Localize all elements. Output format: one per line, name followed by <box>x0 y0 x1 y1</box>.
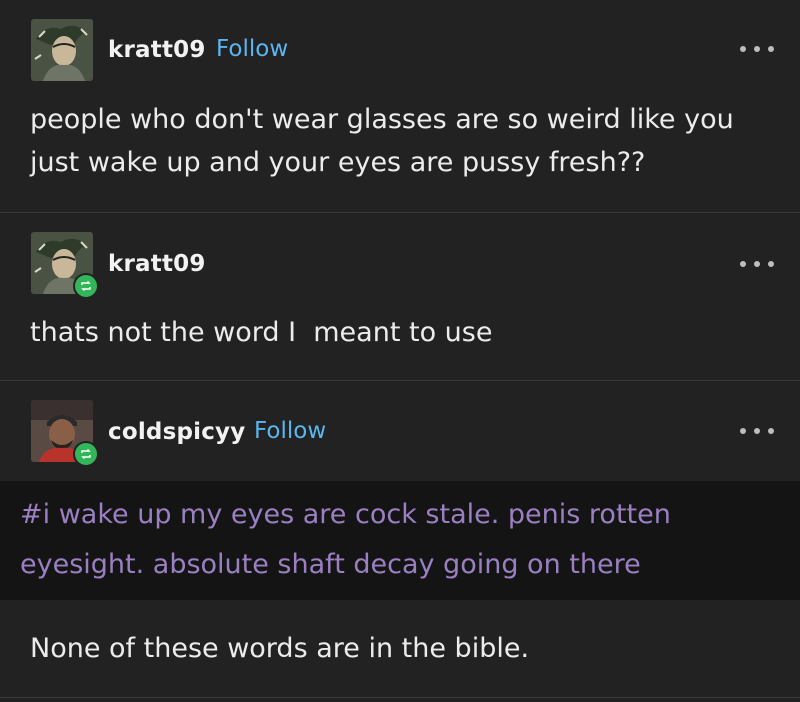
post-1-line-2: just wake up and your eyes are pussy fre… <box>30 147 646 178</box>
post-3-username[interactable]: coldspicyy <box>108 419 245 445</box>
post-2-body: thats not the word I meant to use <box>30 311 492 354</box>
avatar-kratt09[interactable] <box>31 19 93 81</box>
post-1-more-icon[interactable] <box>740 44 774 54</box>
post-1-follow-button[interactable]: Follow <box>216 36 288 62</box>
post-2-line-1: thats not the word I meant to use <box>30 317 493 348</box>
post-3-follow-button[interactable]: Follow <box>254 418 326 444</box>
post-2: kratt09 thats not the word I meant to us… <box>0 213 800 380</box>
post-1: kratt09 Follow people who don't wear gla… <box>0 0 800 212</box>
post-1-line-1: people who don't wear glasses are so wei… <box>30 104 734 135</box>
post-3-tag-line-1[interactable]: #i wake up my eyes are cock stale. penis… <box>20 490 671 540</box>
post-3-tags[interactable]: #i wake up my eyes are cock stale. penis… <box>20 490 671 590</box>
post-3-line-1: None of these words are in the bible. <box>30 633 530 664</box>
post-1-body: people who don't wear glasses are so wei… <box>30 98 734 184</box>
post-3-body: None of these words are in the bible. <box>30 627 529 670</box>
reblog-icon <box>73 273 99 299</box>
post-3-more-icon[interactable] <box>740 426 774 436</box>
divider-3 <box>0 697 800 698</box>
post-2-more-icon[interactable] <box>740 259 774 269</box>
reblog-icon <box>73 441 99 467</box>
post-3-tag-line-2[interactable]: eyesight. absolute shaft decay going on … <box>20 540 671 590</box>
post-2-username[interactable]: kratt09 <box>108 251 206 277</box>
post-1-username[interactable]: kratt09 <box>108 37 206 63</box>
